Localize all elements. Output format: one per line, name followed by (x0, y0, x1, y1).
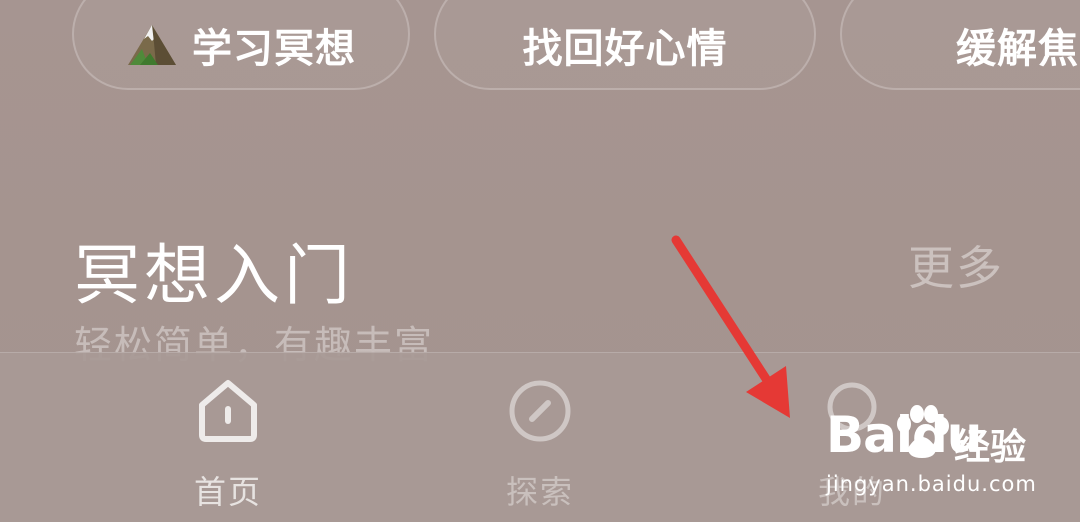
chip-label: 缓解焦 (956, 26, 1079, 72)
tab-explore[interactable]: 探索 (440, 373, 640, 522)
chip-label: 学习冥想 (192, 26, 356, 72)
chip-label: 找回好心情 (522, 26, 728, 72)
more-link[interactable]: 更多 (908, 232, 1004, 298)
section-title: 冥想入门 (74, 237, 354, 314)
baidu-jingyan-watermark: Baidu 经验 jingyan.baidu.com (826, 400, 1076, 500)
meditation-home-screen: 学习冥想 找回好心情 缓解焦 冥想入门 更多 轻松简单，有趣丰富 首页 探索 我… (0, 0, 1080, 522)
tab-label: 首页 (193, 473, 262, 511)
watermark-text: 经验 (954, 427, 1027, 468)
tab-label: 探索 (505, 473, 574, 511)
paw-logo-icon (897, 405, 949, 458)
tab-home[interactable]: 首页 (128, 373, 328, 522)
mountain-icon (128, 25, 176, 65)
watermark-url: jingyan.baidu.com (826, 472, 1037, 496)
compass-icon (509, 380, 571, 442)
chip-learn-meditation[interactable]: 学习冥想 (72, 0, 410, 90)
chip-find-good-mood[interactable]: 找回好心情 (434, 0, 816, 90)
chip-relieve-anxiety[interactable]: 缓解焦 (840, 0, 1080, 90)
home-icon (199, 380, 257, 442)
